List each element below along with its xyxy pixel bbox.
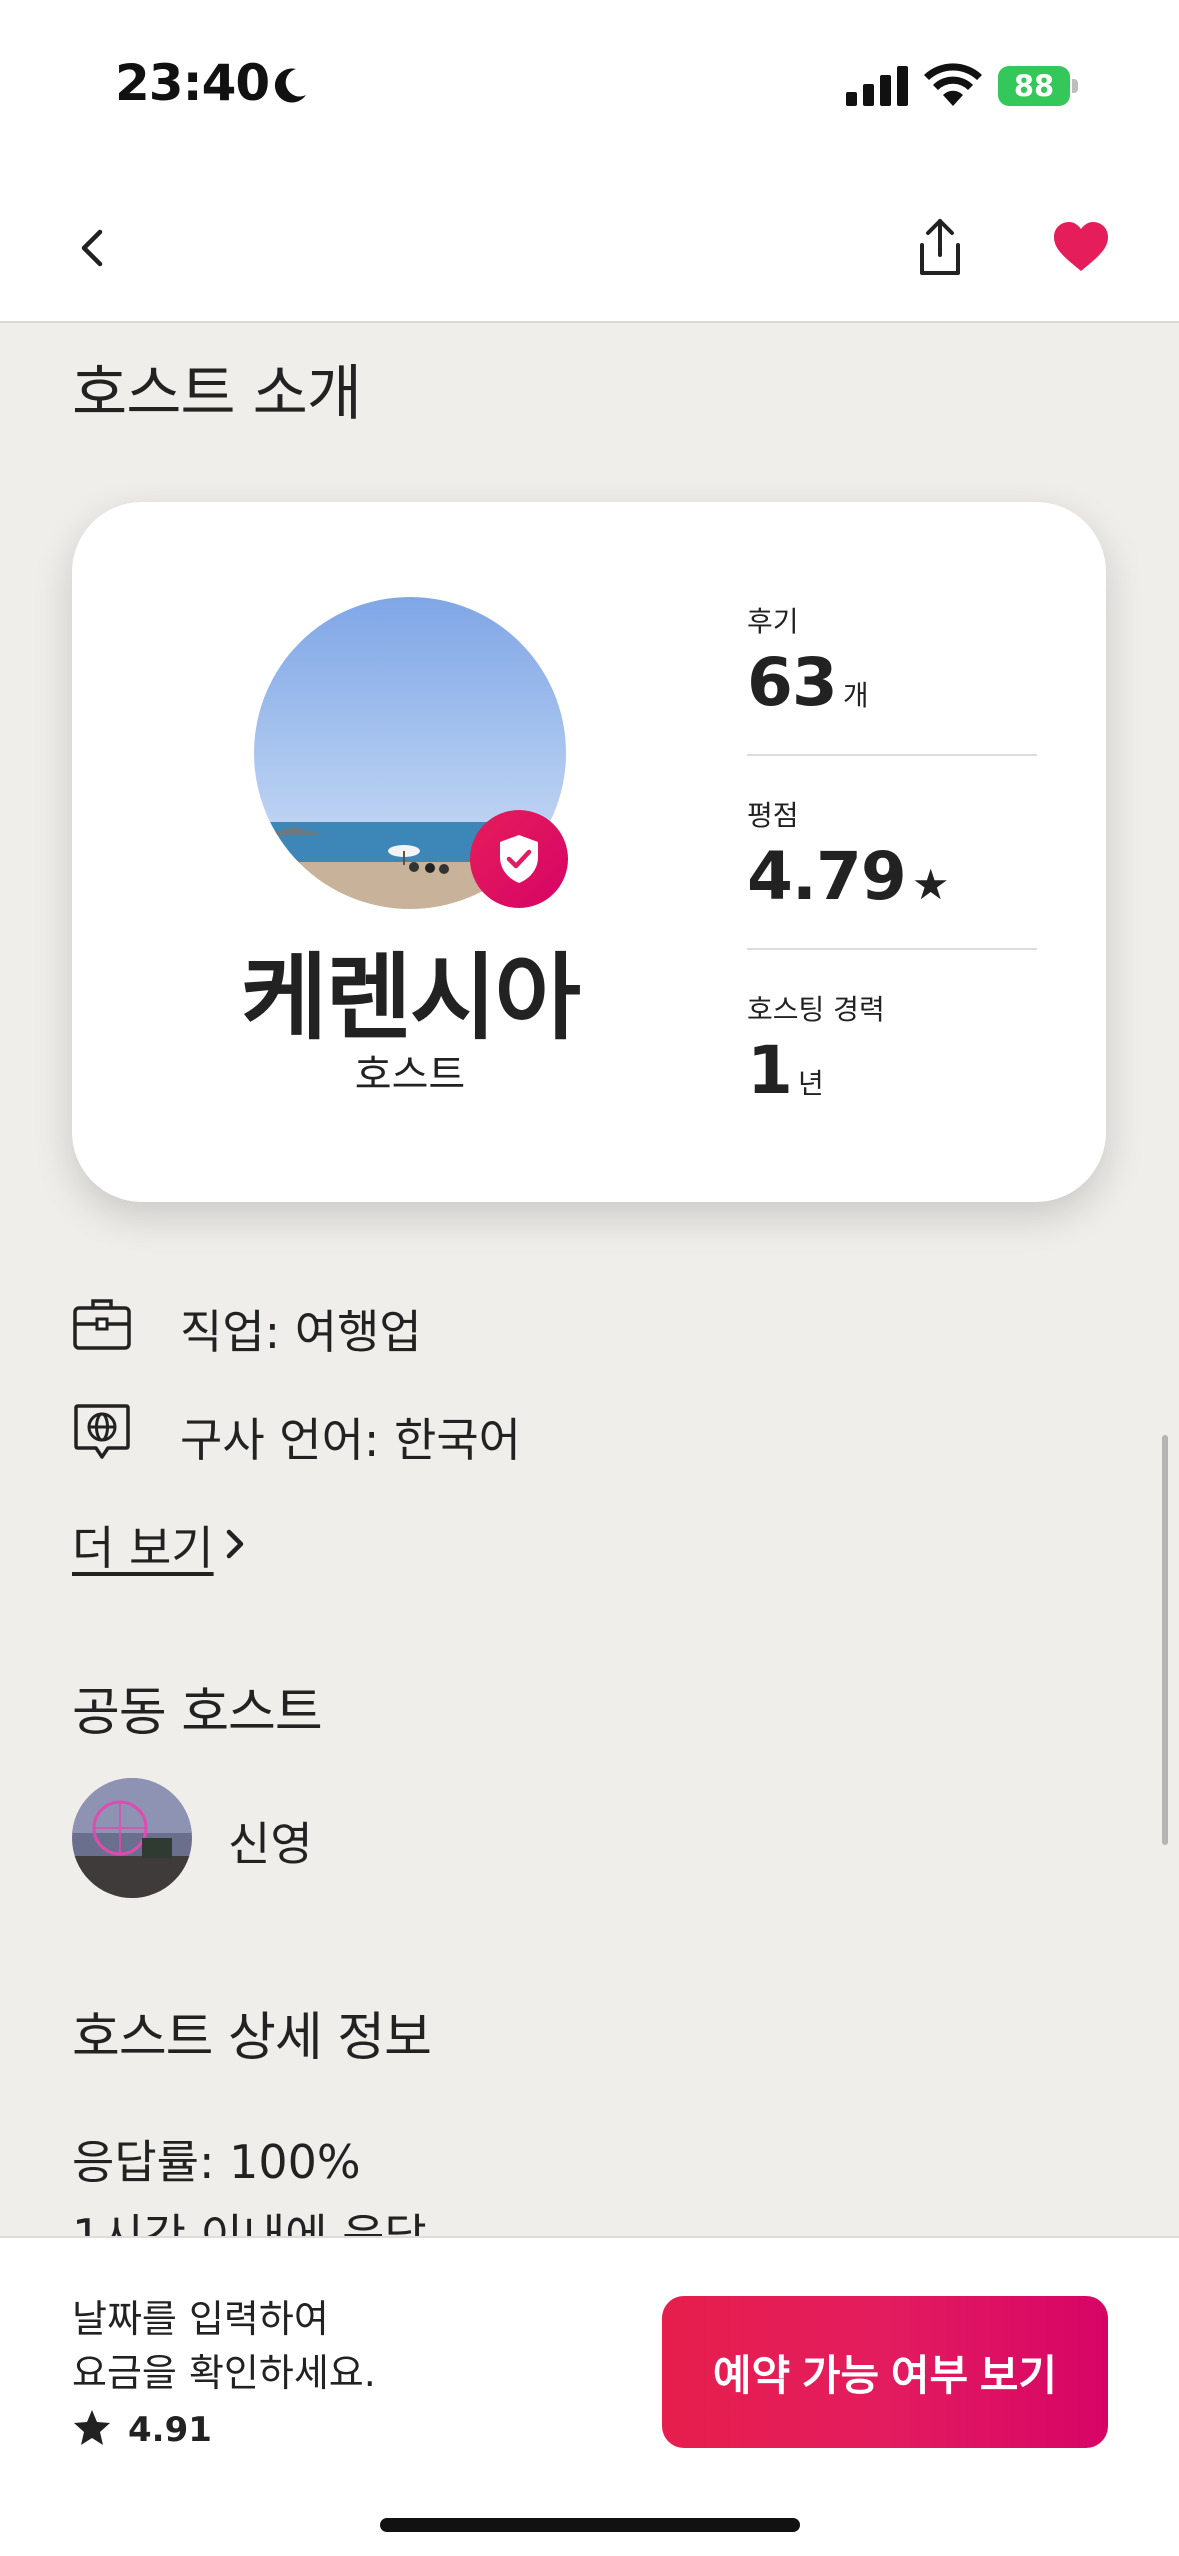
reviews-count: 63 <box>747 644 838 721</box>
show-more-link[interactable]: 더 보기 <box>72 1512 214 1578</box>
divider <box>747 948 1037 950</box>
language-text: 구사 언어: 한국어 <box>180 1413 521 1467</box>
share-icon[interactable] <box>910 215 970 279</box>
stat-hosting-years: 호스팅 경력 1년 <box>747 988 1037 1109</box>
stat-label: 평점 <box>747 799 799 832</box>
wifi-icon <box>924 63 982 106</box>
scrollbar[interactable] <box>1162 1435 1168 1845</box>
rating-value: 4.91 <box>128 2410 212 2450</box>
status-bar: 23:40 88 <box>0 0 1179 175</box>
stat-rating: 평점 4.79 ★ <box>747 794 1037 915</box>
cohost-name[interactable]: 신영 <box>228 1808 313 1874</box>
verified-shield-icon <box>470 810 568 908</box>
language-globe-icon <box>74 1404 130 1459</box>
occupation-text: 직업: 여행업 <box>180 1305 422 1359</box>
check-availability-button[interactable]: 예약 가능 여부 보기 <box>662 2296 1108 2448</box>
price-hint-line2: 요금을 확인하세요. <box>72 2351 376 2395</box>
cohost-avatar[interactable] <box>72 1778 192 1898</box>
price-hint-line1: 날짜를 입력하여 <box>72 2297 329 2341</box>
star-icon: ★ <box>911 860 950 909</box>
host-card[interactable]: 케렌시아 호스트 후기 63 개 평점 4.79 ★ 호스팅 경력 1년 <box>72 502 1106 1202</box>
battery-icon: 88 <box>998 66 1078 106</box>
stat-label: 후기 <box>747 605 799 638</box>
stat-value: 1년 <box>747 1032 1037 1109</box>
stat-reviews: 후기 63 개 <box>747 600 1037 721</box>
home-indicator[interactable] <box>380 2518 800 2532</box>
host-role: 호스트 <box>354 1052 466 1098</box>
reviews-unit: 개 <box>842 679 869 712</box>
bottom-booking-bar: 날짜를 입력하여 요금을 확인하세요. 4.91 예약 가능 여부 보기 <box>0 2236 1179 2556</box>
stat-value: 63 개 <box>747 644 1037 721</box>
years-unit: 년 <box>797 1067 824 1100</box>
signal-icon <box>846 66 908 106</box>
page-title: 호스트 소개 <box>72 359 362 429</box>
star-icon <box>74 2410 110 2445</box>
battery-level: 88 <box>998 66 1070 106</box>
stat-value: 4.79 ★ <box>747 838 1037 915</box>
years-value: 1 <box>747 1032 793 1109</box>
chevron-right-icon[interactable] <box>220 1524 250 1564</box>
briefcase-icon <box>73 1299 131 1350</box>
details-section-title: 호스트 상세 정보 <box>72 2008 432 2068</box>
battery-cap <box>1072 79 1078 93</box>
heart-filled-icon[interactable] <box>1052 221 1110 273</box>
divider <box>747 754 1037 756</box>
chevron-left-icon[interactable] <box>66 220 122 276</box>
nav-bar <box>0 175 1179 323</box>
response-rate: 응답률: 100% <box>72 2135 361 2189</box>
rating-value: 4.79 <box>747 838 907 915</box>
stat-label: 호스팅 경력 <box>747 993 885 1026</box>
ferris-wheel-photo <box>72 1778 192 1898</box>
status-time: 23:40 <box>115 54 270 112</box>
moon-icon <box>274 68 306 103</box>
host-name: 케렌시아 <box>241 944 581 1053</box>
cohost-section-title: 공동 호스트 <box>72 1683 323 1743</box>
